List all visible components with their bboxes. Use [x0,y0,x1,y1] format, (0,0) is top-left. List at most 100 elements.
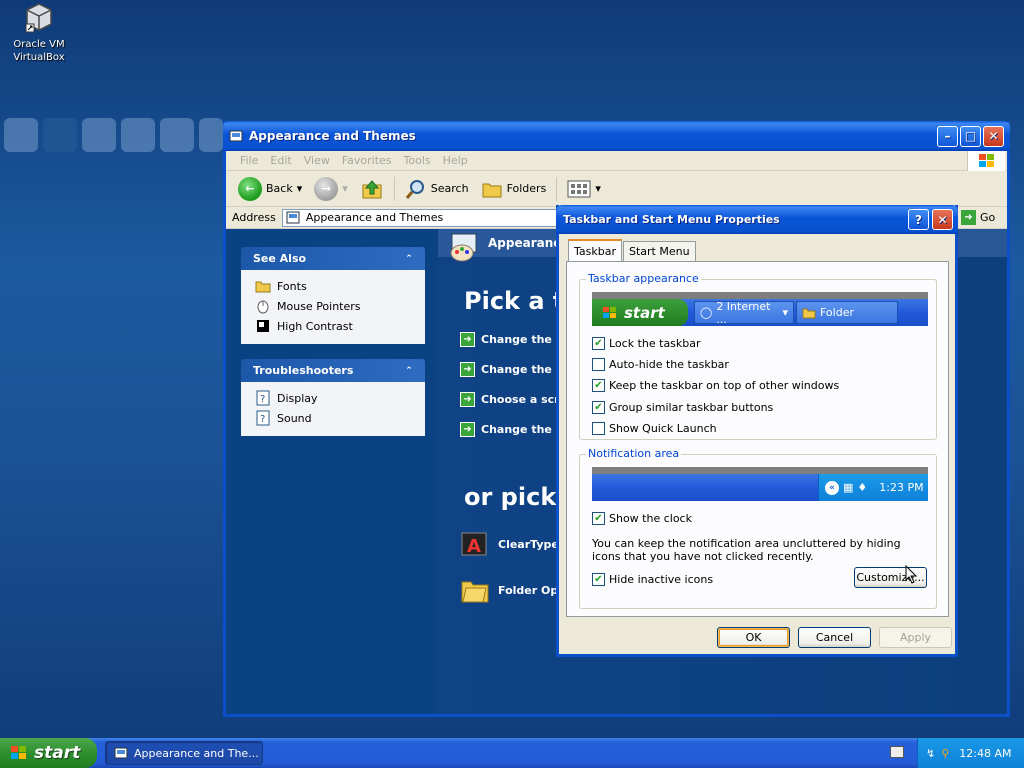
link-sound-label: Sound [277,411,312,425]
option-hide-inactive[interactable]: ✔ Hide inactive icons [592,573,713,586]
checkbox-checked[interactable]: ✔ [592,379,605,392]
high-contrast-icon [255,318,271,334]
option-group-buttons[interactable]: ✔ Group similar taskbar buttons [592,401,773,414]
back-label: Back [266,182,293,195]
cancel-button[interactable]: Cancel [798,627,871,648]
troubleshooters-header[interactable]: Troubleshooters ⌃ [241,359,425,382]
windows-flag-icon [11,746,26,759]
pick-task-heading: Pick a t [464,287,565,315]
task-link-3-label: Choose a scre [481,392,568,406]
search-tray-icon[interactable]: ⚲ [941,747,949,760]
notification-description: You can keep the notification area unclu… [592,537,901,563]
taskbar-preview: start ◯ 2 Internet ... ▾ Folder [592,292,928,326]
checkbox-unchecked[interactable] [592,358,605,371]
see-also-header[interactable]: See Also ⌃ [241,247,425,270]
go-button[interactable]: ➜ Go [957,210,1007,225]
go-label: Go [980,211,996,224]
virtualbox-icon [25,3,52,33]
menu-edit[interactable]: Edit [264,154,297,167]
link-display[interactable]: ? Display [255,388,415,408]
mouse-cursor-icon [905,565,918,584]
preview-internet-button: ◯ 2 Internet ... ▾ [694,299,794,326]
explorer-titlebar[interactable]: Appearance and Themes – □ ✕ [223,121,1010,151]
preview-folder-button: Folder [796,301,898,324]
apply-button[interactable]: Apply [879,627,952,648]
cleartype-item[interactable]: A ClearType T [460,529,570,559]
clock[interactable]: 12:48 AM [959,747,1011,760]
troubleshooters-title: Troubleshooters [253,364,354,377]
option-quick-launch[interactable]: Show Quick Launch [592,422,717,435]
window-title: Appearance and Themes [249,129,416,143]
tab-taskbar[interactable]: Taskbar [568,239,622,261]
menu-view[interactable]: View [298,154,336,167]
dialog-titlebar[interactable]: Taskbar and Start Menu Properties ? ✕ [556,205,958,234]
folders-button[interactable]: Folders [475,179,553,199]
views-button[interactable]: ▾ [561,180,607,198]
menu-file[interactable]: File [234,154,264,167]
link-fonts-label: Fonts [277,279,307,293]
address-value: Appearance and Themes [305,211,444,224]
option-keep-on-top[interactable]: ✔ Keep the taskbar on top of other windo… [592,379,839,392]
dialog-tabs: Taskbar Start Menu [568,239,697,261]
checkbox-checked[interactable]: ✔ [592,573,605,586]
task-link-4[interactable]: ➜ Change the sc [460,420,569,438]
keyboard-icon[interactable] [890,746,904,758]
link-mouse-pointers-label: Mouse Pointers [277,299,361,313]
task-link-2[interactable]: ➜ Change the de [460,360,571,378]
expand-chevron-icon: « [825,480,839,495]
option-auto-hide[interactable]: Auto-hide the taskbar [592,358,729,371]
tab-start-menu[interactable]: Start Menu [623,241,696,261]
maximize-button[interactable]: □ [960,125,981,147]
icon-label-line1: Oracle VM [13,39,65,50]
link-high-contrast[interactable]: High Contrast [255,316,415,336]
svg-text:?: ? [260,414,265,425]
task-link-1[interactable]: ➜ Change the co [460,330,570,348]
svg-text:?: ? [260,394,265,405]
collapse-chevron-icon[interactable]: ⌃ [403,365,415,377]
menu-help[interactable]: Help [437,154,474,167]
system-tray: ↯ ⚲ 12:48 AM [917,738,1024,768]
folder-options-item[interactable]: Folder Opti [460,576,567,604]
forward-button[interactable]: → ▾ [308,176,354,201]
mouse-icon [255,298,271,314]
checkbox-checked[interactable]: ✔ [592,337,605,350]
link-sound[interactable]: ? Sound [255,408,415,428]
task-arrow-icon: ➜ [460,361,475,377]
control-panel-icon [114,747,128,759]
link-fonts[interactable]: Fonts [255,276,415,296]
back-dropdown-icon[interactable]: ▾ [297,182,303,195]
help-button[interactable]: ? [908,209,929,230]
close-button[interactable]: ✕ [983,125,1004,147]
preview-dropdown-icon: ▾ [782,306,788,319]
dialog-close-button[interactable]: ✕ [932,209,953,230]
link-mouse-pointers[interactable]: Mouse Pointers [255,296,415,316]
menu-tools[interactable]: Tools [398,154,437,167]
checkbox-checked[interactable]: ✔ [592,512,605,525]
troubleshooters-panel: Troubleshooters ⌃ ? Display ? Sound [241,359,425,436]
search-button[interactable]: Search [399,178,475,200]
taskbar-window-button[interactable]: Appearance and The... [105,741,263,765]
folders-label: Folders [506,182,547,195]
fonts-folder-icon [255,278,271,294]
start-button[interactable]: start [0,738,97,768]
task-arrow-icon: ➜ [460,331,475,347]
task-link-3[interactable]: ➜ Choose a scre [460,390,567,408]
preview-internet-label: 2 Internet ... [716,299,771,326]
network-tray-icon[interactable]: ↯ [926,747,935,760]
option-quick-launch-label: Show Quick Launch [609,422,717,435]
pick-icon-heading: or pick [464,483,557,511]
option-lock-taskbar[interactable]: ✔ Lock the taskbar [592,337,701,350]
back-button[interactable]: ← Back ▾ [232,176,308,201]
preview-time: 1:23 PM [879,481,924,494]
checkbox-checked[interactable]: ✔ [592,401,605,414]
address-label: Address [232,211,276,224]
taskbar-appearance-label: Taskbar appearance [586,272,701,285]
checkbox-unchecked[interactable] [592,422,605,435]
ok-button[interactable]: OK [717,627,790,648]
up-button[interactable] [354,177,390,201]
option-show-clock[interactable]: ✔ Show the clock [592,512,692,525]
virtualbox-desktop-icon[interactable]: Oracle VM VirtualBox [8,2,70,64]
collapse-chevron-icon[interactable]: ⌃ [403,253,415,265]
menu-favorites[interactable]: Favorites [336,154,398,167]
minimize-button[interactable]: – [937,125,958,147]
